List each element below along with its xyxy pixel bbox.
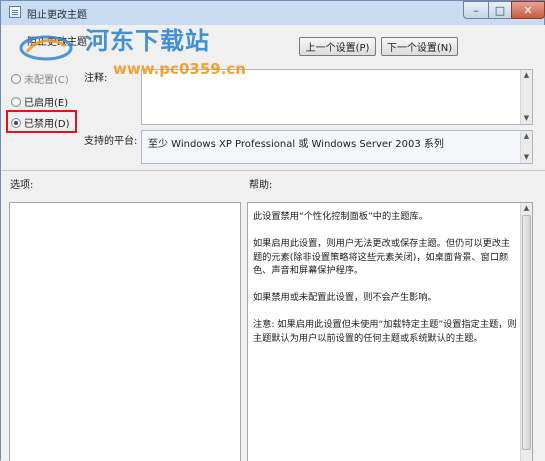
help-text: 此设置禁用“个性化控制面板”中的主题库。 如果启用此设置，则用户无法更改或保存主… (253, 210, 519, 359)
policy-document-icon (9, 6, 21, 18)
watermark-site-name: 河东下载站 (85, 27, 210, 55)
maximize-icon: □ (494, 3, 506, 17)
supported-platform-field: 至少 Windows XP Professional 或 Windows Ser… (141, 130, 533, 164)
options-pane (9, 202, 241, 461)
policy-dialog-window: 阻止更改主题 – □ ✕ 阻止更改主题 上一个设置(P) 下一个设置(N) 未配… (0, 0, 545, 461)
title-bar[interactable]: 阻止更改主题 – □ ✕ (1, 1, 545, 25)
radio-enabled[interactable]: 已启用(E) (11, 94, 68, 109)
minimize-icon: – (473, 3, 479, 17)
comment-label: 注释: (84, 73, 108, 84)
help-paragraph: 此设置禁用“个性化控制面板”中的主题库。 (253, 211, 428, 222)
scroll-down-arrow-icon[interactable]: ▼ (521, 152, 532, 163)
help-label: 帮助: (249, 180, 273, 191)
supported-platform-label: 支持的平台: (84, 136, 138, 147)
radio-button-icon[interactable] (11, 73, 21, 84)
radio-label-not-configured: 未配置(C) (24, 75, 69, 86)
help-pane[interactable]: 此设置禁用“个性化控制面板”中的主题库。 如果启用此设置，则用户无法更改或保存主… (247, 202, 533, 461)
help-scrollbar[interactable]: ▲ (520, 203, 532, 461)
maximize-button[interactable]: □ (488, 1, 512, 19)
scroll-down-arrow-icon[interactable]: ▼ (521, 113, 532, 124)
help-paragraph: 如果启用此设置，则用户无法更改或保存主题。但仍可以更改主题的元素(除非设置策略将… (253, 238, 511, 276)
watermark-logo-icon (19, 35, 73, 61)
minimize-button[interactable]: – (463, 1, 489, 19)
section-divider (1, 170, 545, 171)
window-title: 阻止更改主题 (27, 10, 87, 21)
close-button[interactable]: ✕ (511, 1, 545, 19)
scroll-up-arrow-icon[interactable]: ▲ (521, 203, 532, 214)
scroll-up-arrow-icon[interactable]: ▲ (521, 131, 532, 142)
dialog-content: 阻止更改主题 上一个设置(P) 下一个设置(N) 未配置(C) 已启用(E) 已… (1, 25, 545, 461)
comment-scrollbar[interactable]: ▲ ▼ (520, 70, 532, 124)
close-icon: ✕ (523, 3, 533, 17)
help-paragraph: 注意: 如果启用此设置但未使用“加载特定主题”设置指定主题，则主题默认为用户以前… (253, 319, 517, 344)
scroll-up-arrow-icon[interactable]: ▲ (521, 70, 532, 81)
options-label: 选项: (10, 180, 34, 191)
disabled-option-highlight-box (6, 110, 77, 133)
scrollbar-thumb[interactable] (522, 215, 531, 450)
radio-not-configured[interactable]: 未配置(C) (11, 71, 69, 86)
next-setting-button[interactable]: 下一个设置(N) (381, 37, 458, 56)
radio-label-enabled: 已启用(E) (24, 98, 69, 109)
watermark-url: www.pc0359.cn (113, 60, 246, 78)
radio-button-icon[interactable] (11, 96, 21, 107)
help-paragraph: 如果禁用或未配置此设置，则不会产生影响。 (253, 292, 437, 303)
previous-setting-button[interactable]: 上一个设置(P) (299, 37, 376, 56)
platform-scrollbar[interactable]: ▲ ▼ (520, 131, 532, 163)
supported-platform-value: 至少 Windows XP Professional 或 Windows Ser… (148, 139, 444, 150)
